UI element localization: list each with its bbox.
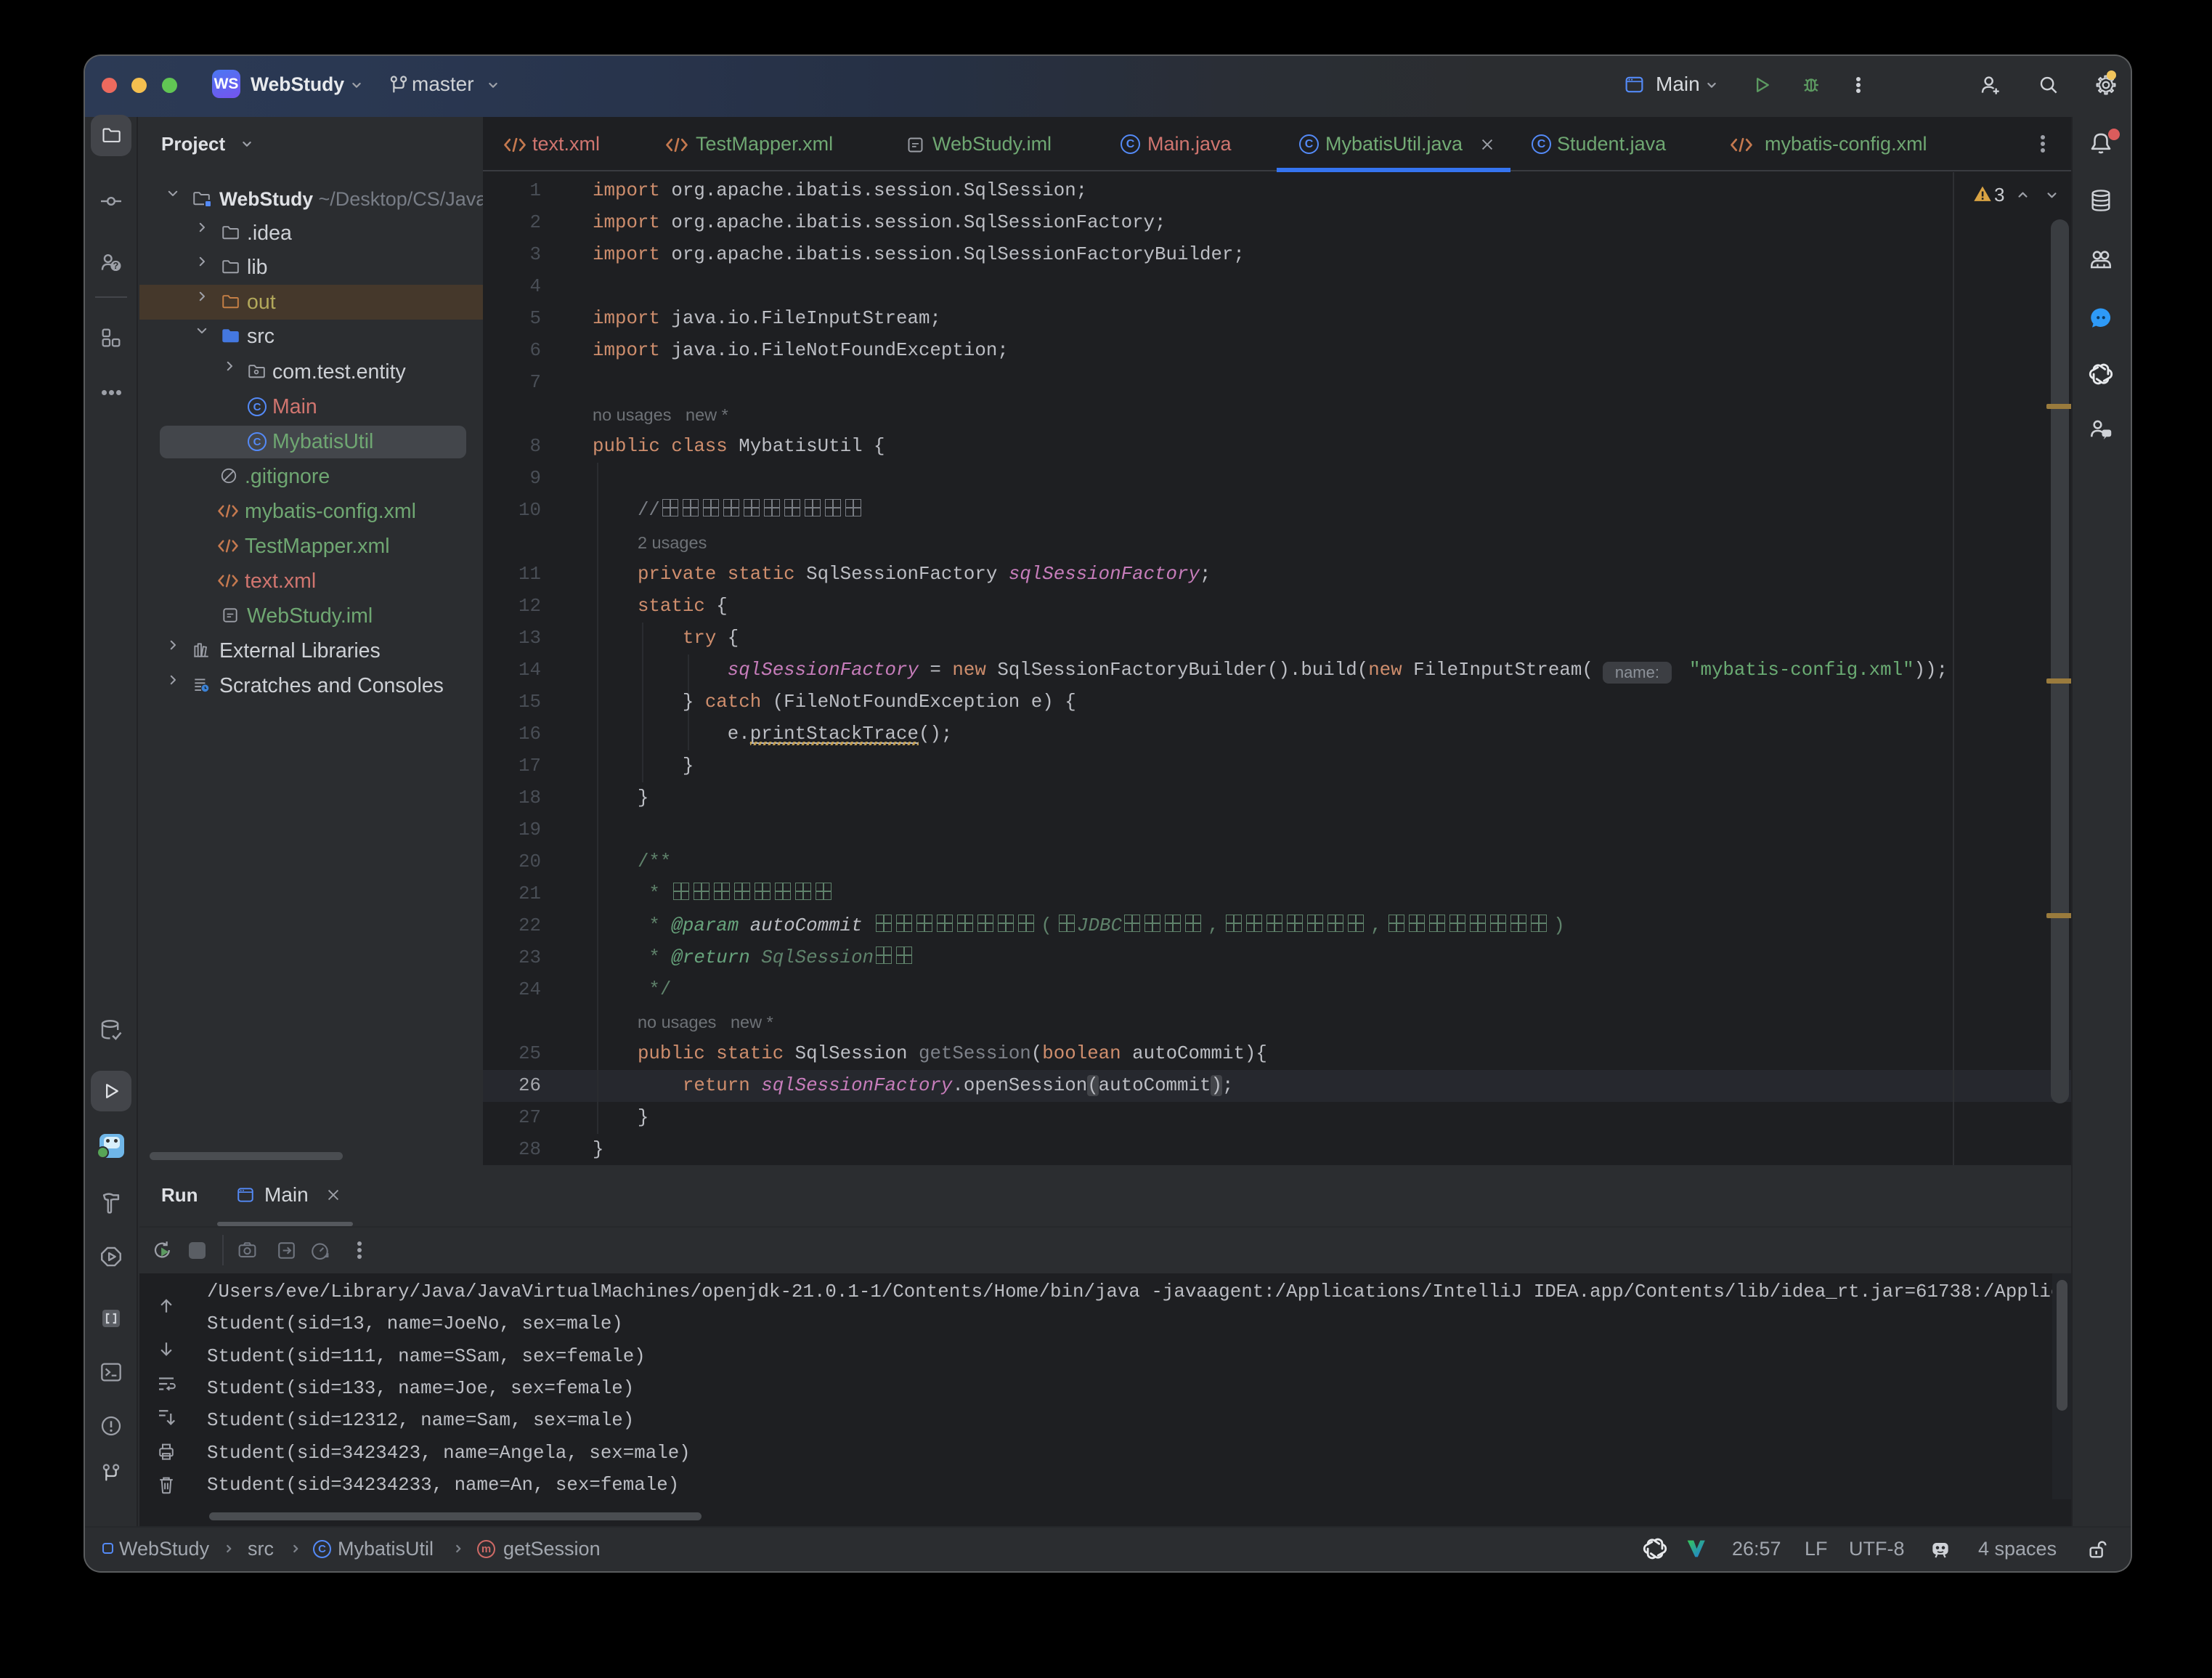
svg-text:?: ? (113, 260, 118, 271)
